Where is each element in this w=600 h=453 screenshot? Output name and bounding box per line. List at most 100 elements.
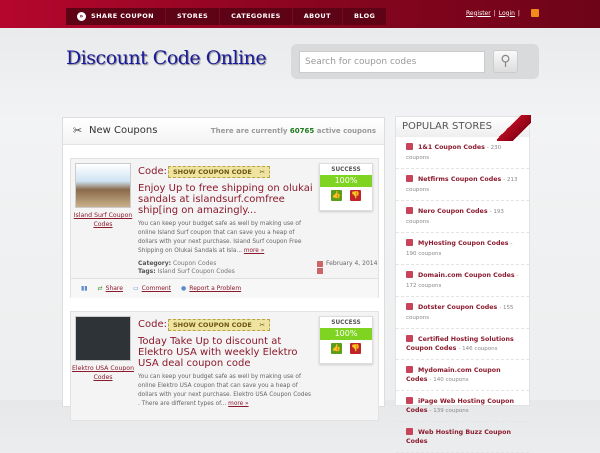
store-icon	[406, 175, 413, 182]
store-thumbnail[interactable]	[75, 316, 131, 361]
store-item: Mydomain.com Coupon Codes - 140 coupons	[396, 360, 529, 391]
store-item: 1&1 Coupon Codes - 230 coupons	[396, 137, 529, 169]
success-box: SUCCESS 100% 👍 👎	[319, 316, 373, 364]
store-item: Nero Coupon Codes - 193 coupons	[396, 201, 529, 233]
top-bar: » SHARE COUPON STORES CATEGORIES ABOUT BL…	[0, 0, 600, 28]
store-icon	[406, 397, 413, 404]
store-icon	[406, 303, 413, 310]
store-icon	[406, 335, 413, 342]
report-icon: ●	[181, 285, 187, 292]
store-icon	[406, 428, 413, 435]
store-link[interactable]: 1&1 Coupon Codes	[418, 144, 485, 151]
nav-share-coupon[interactable]: » SHARE COUPON	[66, 8, 166, 25]
success-box: SUCCESS 100% 👍 👎	[319, 163, 373, 211]
store-link[interactable]: Island Surf Coupon Codes	[71, 211, 135, 229]
nav-categories[interactable]: CATEGORIES	[220, 8, 293, 25]
store-item: Netfirms Coupon Codes - 213 coupons	[396, 169, 529, 201]
more-link[interactable]: more »	[244, 248, 264, 254]
store-link[interactable]: MyHosting Coupon Codes	[418, 240, 508, 247]
scissors-icon: ✂	[73, 124, 83, 137]
scissors-icon: ✂	[259, 168, 265, 176]
site-logo[interactable]: Discount Code Online	[66, 47, 267, 69]
coupon-card: Island Surf Coupon Codes Code: SHOW COUP…	[70, 158, 379, 298]
store-count: - 140 coupons	[429, 377, 469, 383]
comment-icon: ▭	[132, 285, 139, 292]
coupon-date: February 4, 2014	[317, 260, 377, 274]
store-icon	[406, 239, 413, 246]
category-link[interactable]: Coupon Codes	[173, 260, 216, 267]
search-bar: Search for coupon codes ⚲	[291, 44, 539, 79]
coupon-meta: Category: Coupon Codes Tags: Island Surf…	[138, 260, 235, 276]
login-link[interactable]: Login	[499, 10, 515, 17]
more-link[interactable]: more »	[228, 401, 248, 407]
coupon-title[interactable]: Today Take Up to discount at Elektro USA…	[138, 336, 313, 369]
coupon-title[interactable]: Enjoy Up to free shipping on olukai sand…	[138, 183, 313, 216]
success-rate: 100%	[320, 175, 372, 187]
nav-about[interactable]: ABOUT	[293, 8, 343, 25]
active-count: There are currently 60765 active coupons	[210, 127, 376, 135]
store-link[interactable]: Dotster Coupon Codes	[418, 304, 497, 311]
register-link[interactable]: Register	[466, 10, 491, 17]
coupon-actions: ▮▮ ⇄ Share ▭ Comment ● Report a Problem	[71, 278, 378, 298]
thumbs-down-icon[interactable]: 👎	[350, 343, 361, 354]
store-icon	[406, 143, 413, 150]
store-item: iPage Web Hosting Coupon Codes - 139 cou…	[396, 391, 529, 422]
nav-blog[interactable]: BLOG	[343, 8, 386, 25]
store-item: Certified Hosting Solutions Coupon Codes…	[396, 329, 529, 360]
report-link[interactable]: Report a Problem	[189, 285, 241, 292]
share-icon: ⇄	[97, 285, 103, 292]
comment-link[interactable]: Comment	[142, 285, 171, 292]
ribbon-decoration	[497, 115, 531, 141]
scissors-icon: ✂	[259, 321, 265, 329]
code-label: Code:	[138, 166, 167, 177]
store-link[interactable]: Elektro USA Coupon Codes	[71, 364, 135, 382]
separator: |	[517, 9, 520, 17]
count-value: 60765	[289, 127, 315, 135]
main-nav: » SHARE COUPON STORES CATEGORIES ABOUT BL…	[66, 8, 387, 25]
search-button[interactable]: ⚲	[493, 50, 518, 73]
show-coupon-label: SHOW COUPON CODE	[173, 321, 252, 329]
thumbs-up-icon[interactable]: 👍	[331, 343, 342, 354]
store-item: Domain.com Coupon Codes - 172 coupons	[396, 265, 529, 297]
store-link[interactable]: Netfirms Coupon Codes	[418, 176, 501, 183]
tags-label: Tags:	[138, 268, 156, 275]
plus-circle-icon: »	[77, 11, 86, 21]
nav-stores[interactable]: STORES	[166, 8, 221, 25]
show-coupon-button[interactable]: SHOW COUPON CODE ✂	[168, 166, 270, 178]
tags-link[interactable]: Island Surf Coupon Codes	[158, 268, 235, 275]
new-coupons-panel: ✂ New Coupons There are currently 60765 …	[62, 117, 385, 421]
search-input[interactable]: Search for coupon codes	[299, 51, 485, 73]
store-count: - 139 coupons	[429, 408, 469, 414]
panel-title: New Coupons	[89, 125, 158, 136]
store-icon	[406, 366, 413, 373]
store-link[interactable]: Domain.com Coupon Codes	[418, 272, 515, 279]
store-item: MyHosting Coupon Codes - 190 coupons	[396, 233, 529, 265]
thumbs-up-icon[interactable]: 👍	[331, 190, 342, 201]
coupon-description: You can keep your budget safe as well by…	[138, 374, 312, 407]
popular-stores-panel: POPULAR STORES 1&1 Coupon Codes - 230 co…	[395, 116, 530, 453]
show-coupon-label: SHOW COUPON CODE	[173, 168, 252, 176]
coupon-card: Elektro USA Coupon Codes Code: SHOW COUP…	[70, 311, 379, 421]
store-item: Web Hosting Buzz Coupon Codes	[396, 422, 529, 453]
store-icon	[406, 207, 413, 214]
store-icon	[406, 271, 413, 278]
store-count: - 146 coupons	[458, 346, 498, 352]
calendar-expire-icon	[317, 267, 323, 274]
stats-icon[interactable]: ▮▮	[81, 285, 88, 292]
rss-icon[interactable]	[530, 9, 539, 17]
success-label: SUCCESS	[331, 167, 361, 173]
store-item: Dotster Coupon Codes - 155 coupons	[396, 297, 529, 329]
coupon-description: You can keep your budget safe as well by…	[138, 221, 302, 254]
share-link[interactable]: Share	[106, 285, 123, 292]
auth-links: Register | Login |	[466, 9, 539, 17]
success-rate: 100%	[320, 328, 372, 340]
store-link[interactable]: Nero Coupon Codes	[418, 208, 488, 215]
store-thumbnail[interactable]	[75, 163, 131, 208]
store-link[interactable]: Web Hosting Buzz Coupon Codes	[406, 429, 511, 445]
show-coupon-button[interactable]: SHOW COUPON CODE ✂	[168, 319, 270, 331]
category-label: Category:	[138, 260, 172, 267]
calendar-icon	[317, 260, 323, 267]
code-label: Code:	[138, 319, 167, 330]
thumbs-down-icon[interactable]: 👎	[350, 190, 361, 201]
success-label: SUCCESS	[331, 320, 361, 326]
